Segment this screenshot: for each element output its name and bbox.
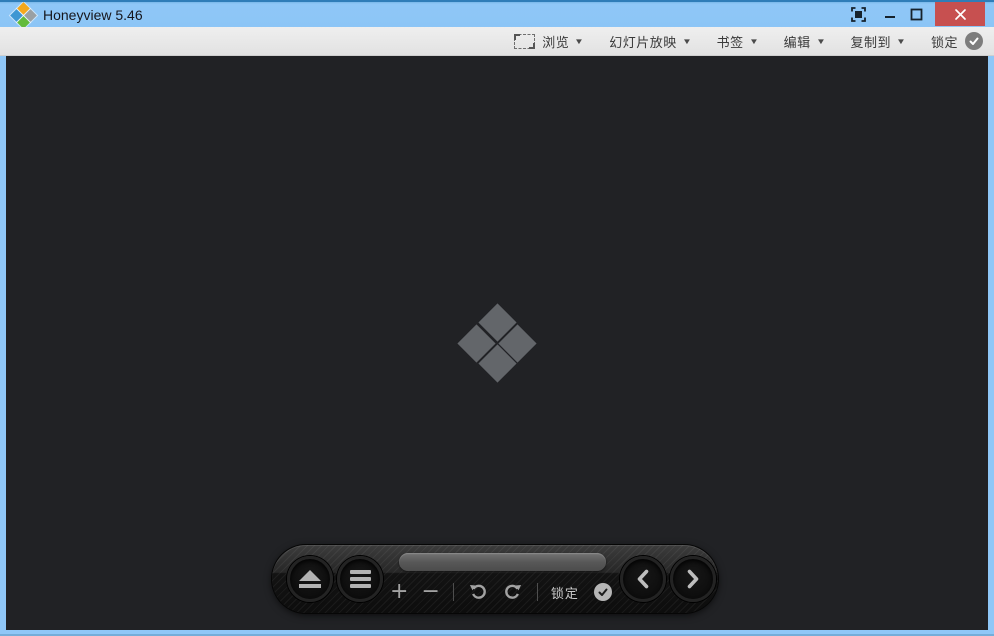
fullscreen-button[interactable]	[845, 2, 871, 26]
toolbar-lock-label: 锁定	[931, 32, 958, 51]
close-icon	[954, 8, 967, 21]
rotate-right-icon	[502, 581, 524, 603]
chevron-down-icon: ▼	[682, 37, 692, 46]
previous-image-button[interactable]	[620, 556, 666, 602]
divider	[537, 583, 538, 601]
chevron-left-icon	[632, 567, 654, 591]
lock-check-icon	[594, 583, 612, 601]
honeyview-watermark-logo-icon	[458, 304, 536, 382]
rotate-right-button[interactable]	[502, 581, 524, 603]
bottom-control-bar: + − 锁定	[272, 545, 718, 613]
menu-bookmark-label: 书签	[717, 32, 744, 51]
minimize-icon	[884, 8, 896, 20]
window-title: Honeyview 5.46	[43, 5, 143, 26]
menu-edit[interactable]: 编辑 ▼	[784, 32, 825, 51]
open-file-button[interactable]	[287, 556, 333, 602]
bar-lock-label: 锁定	[551, 583, 579, 602]
lock-check-icon	[965, 32, 983, 50]
chevron-right-icon	[682, 567, 704, 591]
toolbar-lock-toggle[interactable]: 锁定	[931, 32, 983, 51]
bar-lock-toggle[interactable]: 锁定	[551, 583, 612, 602]
maximize-icon	[910, 8, 923, 21]
menu-edit-label: 编辑	[784, 32, 811, 51]
chevron-down-icon: ▼	[816, 37, 826, 46]
honeyview-window: Honeyview 5.46	[0, 0, 994, 636]
minimize-button[interactable]	[877, 2, 903, 26]
hamburger-menu-icon	[350, 570, 371, 588]
divider	[453, 583, 454, 601]
eject-icon	[298, 570, 322, 588]
main-toolbar: 浏览 ▼ 幻灯片放映 ▼ 书签 ▼ 编辑 ▼ 复制到 ▼ 锁定	[0, 27, 994, 56]
menu-copy-to[interactable]: 复制到 ▼	[851, 32, 905, 51]
maximize-button[interactable]	[903, 2, 929, 26]
main-menu-button[interactable]	[337, 556, 383, 602]
next-image-button[interactable]	[670, 556, 716, 602]
menu-slideshow[interactable]: 幻灯片放映 ▼	[609, 32, 690, 51]
chevron-down-icon: ▼	[896, 37, 906, 46]
menu-browse-label: 浏览	[542, 32, 569, 51]
image-viewport[interactable]: + − 锁定	[6, 56, 988, 630]
chevron-down-icon: ▼	[574, 37, 584, 46]
menu-browse[interactable]: 浏览 ▼	[514, 32, 583, 51]
window-titlebar[interactable]: Honeyview 5.46	[0, 0, 994, 27]
menu-bookmark[interactable]: 书签 ▼	[717, 32, 758, 51]
seek-slider[interactable]	[399, 553, 606, 571]
menu-copy-to-label: 复制到	[851, 32, 892, 51]
fit-frame-icon	[514, 34, 535, 49]
rotate-left-icon	[467, 581, 489, 603]
zoom-rotate-row: + − 锁定	[390, 578, 615, 606]
zoom-in-button[interactable]: +	[390, 581, 408, 603]
zoom-out-button[interactable]: −	[421, 581, 439, 603]
menu-slideshow-label: 幻灯片放映	[609, 32, 677, 51]
chevron-down-icon: ▼	[749, 37, 759, 46]
rotate-left-button[interactable]	[467, 581, 489, 603]
honeyview-logo-icon	[12, 4, 35, 27]
close-button[interactable]	[935, 2, 985, 26]
fullscreen-icon	[851, 7, 866, 22]
window-controls	[845, 2, 985, 26]
